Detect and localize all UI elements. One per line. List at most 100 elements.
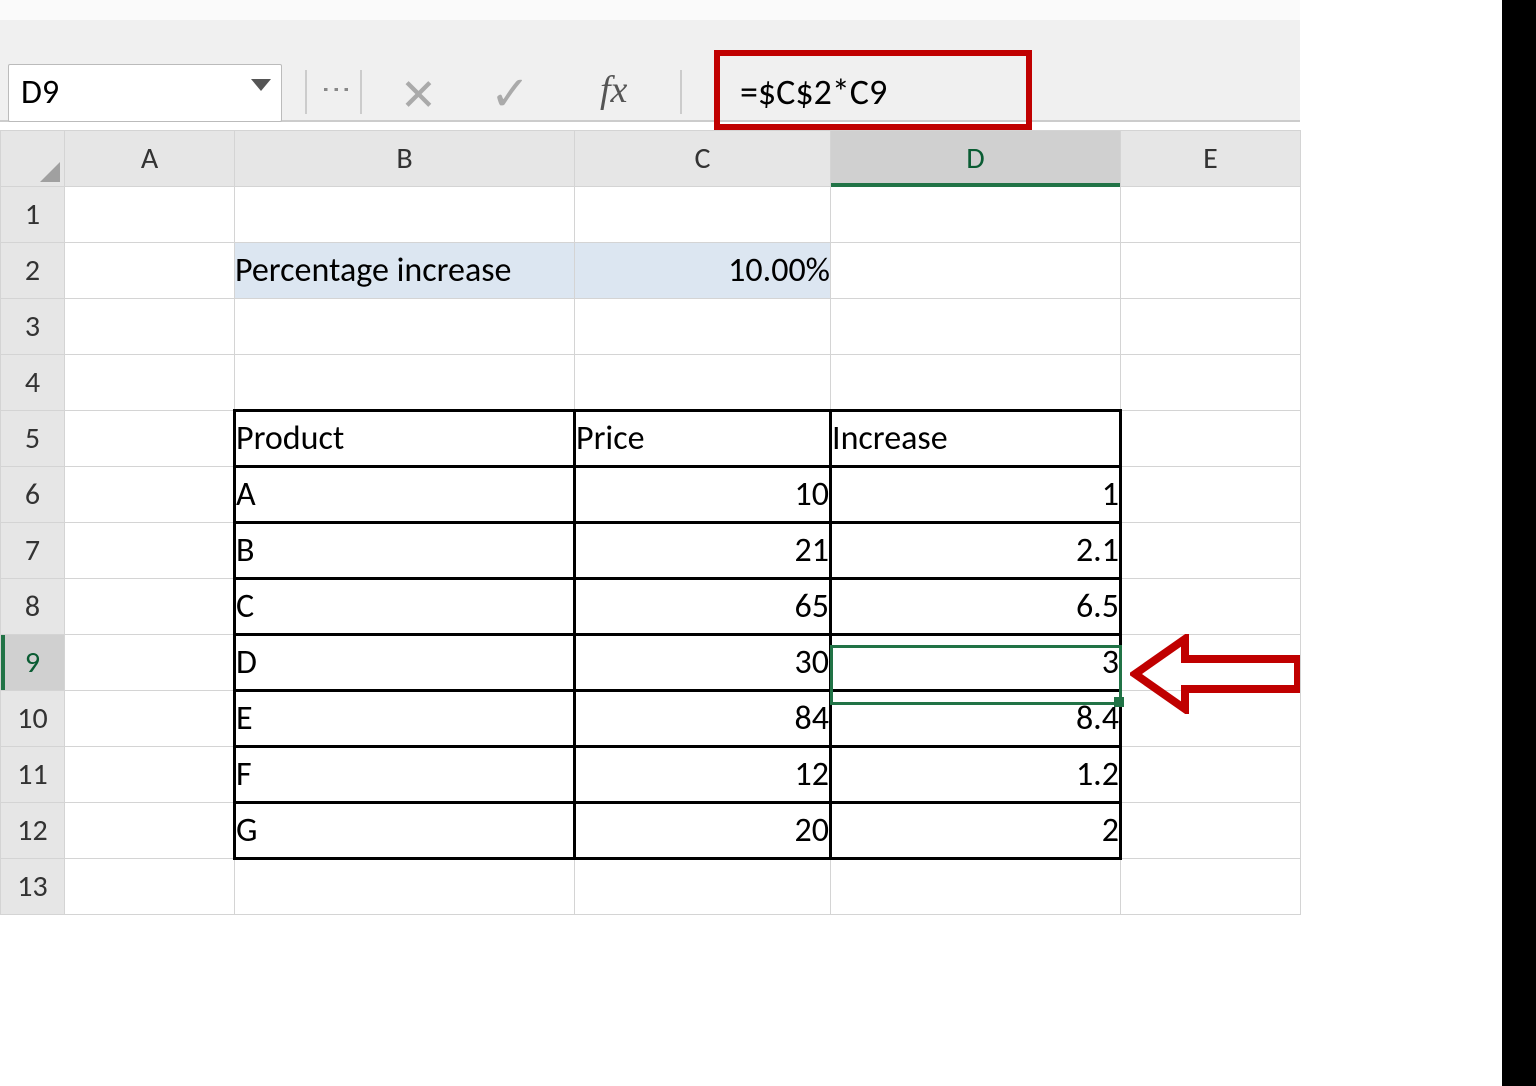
col-header-D[interactable]: D [831,131,1121,187]
cell-B10[interactable]: E [235,691,575,747]
cell-C12[interactable]: 20 [575,803,831,859]
cell-E7[interactable] [1121,523,1301,579]
cell-B6[interactable]: A [235,467,575,523]
cell-D3[interactable] [831,299,1121,355]
cell-D8[interactable]: 6.5 [831,579,1121,635]
cell-B11[interactable]: F [235,747,575,803]
cell-E4[interactable] [1121,355,1301,411]
cell-B7[interactable]: B [235,523,575,579]
cell-E2[interactable] [1121,243,1301,299]
cell-E12[interactable] [1121,803,1301,859]
row-header-3[interactable]: 3 [1,299,65,355]
chevron-down-icon[interactable] [251,79,271,91]
col-header-B[interactable]: B [235,131,575,187]
cell-B9[interactable]: D [235,635,575,691]
cell-B5[interactable]: Product [235,411,575,467]
selection-indicator [831,183,1120,187]
col-header-label: D [966,140,984,177]
cell-C3[interactable] [575,299,831,355]
cell-D6[interactable]: 1 [831,467,1121,523]
cell-C10[interactable]: 84 [575,691,831,747]
row-header-1[interactable]: 1 [1,187,65,243]
cell-A12[interactable] [65,803,235,859]
cell-B13[interactable] [235,859,575,915]
cell-B2[interactable]: Percentage increase [235,243,575,299]
select-all-corner[interactable] [1,131,65,187]
cell-C2[interactable]: 10.00% [575,243,831,299]
cell-B4[interactable] [235,355,575,411]
cell-B12[interactable]: G [235,803,575,859]
enter-icon[interactable]: ✓ [490,64,530,123]
cell-C7[interactable]: 21 [575,523,831,579]
col-header-E[interactable]: E [1121,131,1301,187]
row-header-label: 9 [25,644,40,681]
row-header-12[interactable]: 12 [1,803,65,859]
cell-E13[interactable] [1121,859,1301,915]
cell-C6[interactable]: 10 [575,467,831,523]
row-header-2[interactable]: 2 [1,243,65,299]
cell-C1[interactable] [575,187,831,243]
name-box[interactable]: D9 [8,64,282,122]
col-header-C[interactable]: C [575,131,831,187]
cell-C11[interactable]: 12 [575,747,831,803]
fx-icon[interactable]: fx [600,68,627,112]
formula-bar: D9 ⋮ ✕ ✓ fx =$C$2*C9 [0,20,1300,122]
cell-A1[interactable] [65,187,235,243]
cell-A11[interactable] [65,747,235,803]
cell-C13[interactable] [575,859,831,915]
cell-A9[interactable] [65,635,235,691]
cell-C8[interactable]: 65 [575,579,831,635]
cell-C4[interactable] [575,355,831,411]
cell-C9[interactable]: 30 [575,635,831,691]
image-right-border [1502,0,1536,1086]
row-header-4[interactable]: 4 [1,355,65,411]
cell-D10[interactable]: 8.4 [831,691,1121,747]
row-header-5[interactable]: 5 [1,411,65,467]
cell-A13[interactable] [65,859,235,915]
cell-D5[interactable]: Increase [831,411,1121,467]
cell-A8[interactable] [65,579,235,635]
cell-D12[interactable]: 2 [831,803,1121,859]
cell-A5[interactable] [65,411,235,467]
cell-E5[interactable] [1121,411,1301,467]
cell-E3[interactable] [1121,299,1301,355]
cell-A2[interactable] [65,243,235,299]
selection-indicator [1,635,5,690]
col-header-A[interactable]: A [65,131,235,187]
divider [360,70,362,114]
cancel-icon[interactable]: ✕ [400,68,437,122]
cell-D2[interactable] [831,243,1121,299]
row-header-11[interactable]: 11 [1,747,65,803]
cell-D4[interactable] [831,355,1121,411]
cell-E1[interactable] [1121,187,1301,243]
cell-A4[interactable] [65,355,235,411]
drag-handle-icon[interactable]: ⋮ [318,75,355,107]
cell-D9[interactable]: 3 [831,635,1121,691]
cell-D13[interactable] [831,859,1121,915]
cell-A6[interactable] [65,467,235,523]
row-header-6[interactable]: 6 [1,467,65,523]
name-box-value: D9 [21,72,59,113]
cell-B3[interactable] [235,299,575,355]
cell-E11[interactable] [1121,747,1301,803]
divider [680,70,682,114]
cell-B8[interactable]: C [235,579,575,635]
divider [305,70,307,114]
row-header-10[interactable]: 10 [1,691,65,747]
cell-D7[interactable]: 2.1 [831,523,1121,579]
row-header-13[interactable]: 13 [1,859,65,915]
cell-E6[interactable] [1121,467,1301,523]
cell-A7[interactable] [65,523,235,579]
cell-A10[interactable] [65,691,235,747]
cell-B1[interactable] [235,187,575,243]
row-header-7[interactable]: 7 [1,523,65,579]
cell-D1[interactable] [831,187,1121,243]
cell-C5[interactable]: Price [575,411,831,467]
cell-D11[interactable]: 1.2 [831,747,1121,803]
cell-A3[interactable] [65,299,235,355]
cell-E8[interactable] [1121,579,1301,635]
row-header-8[interactable]: 8 [1,579,65,635]
spreadsheet-grid[interactable]: A B C D E 1 2 Percentage increase 10.00%… [0,130,1301,915]
row-header-9[interactable]: 9 [1,635,65,691]
window-top-strip [0,0,1300,21]
